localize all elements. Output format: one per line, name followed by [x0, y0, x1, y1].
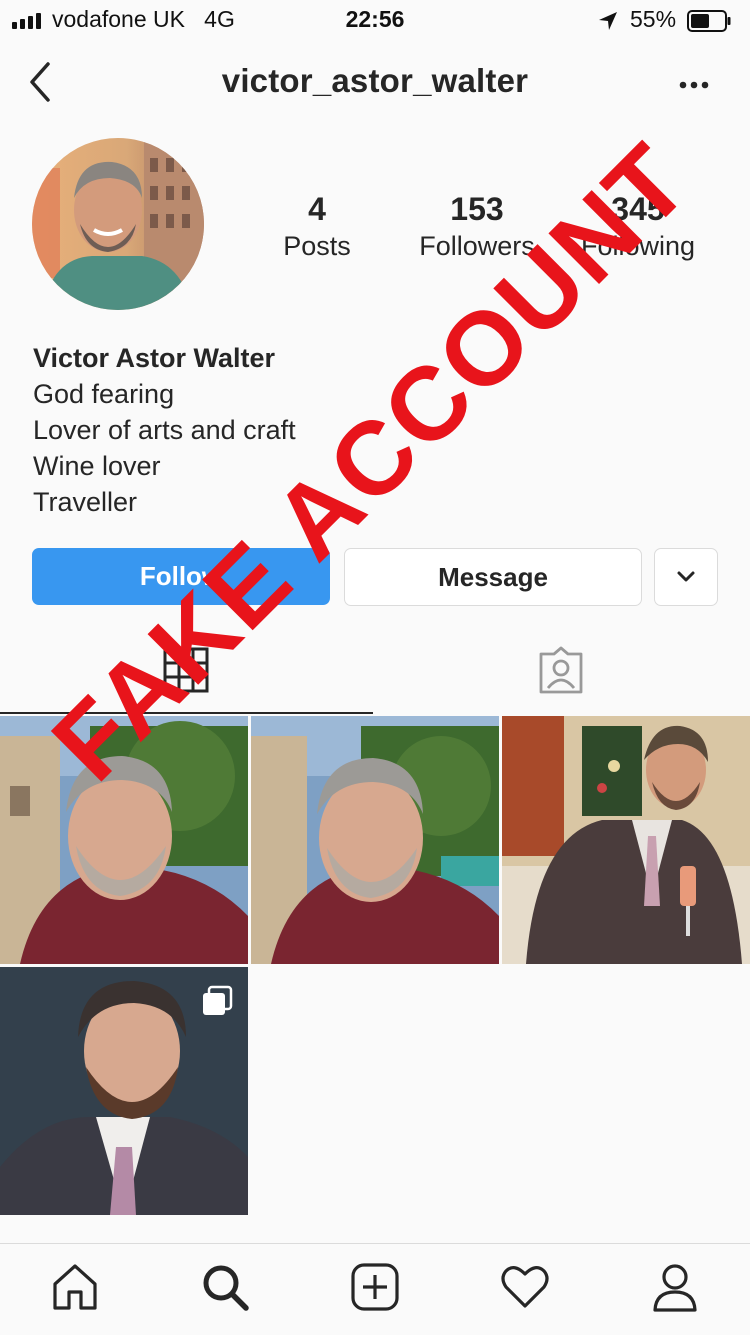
multiple-photos-icon — [203, 985, 233, 1015]
posts-count-label: Posts — [283, 231, 351, 261]
tab-tagged[interactable] — [377, 630, 750, 714]
location-arrow-icon — [599, 12, 617, 30]
status-bar: vodafone UK 4G 22:56 55% — [0, 0, 750, 42]
activity-heart-icon[interactable] — [500, 1262, 550, 1312]
bio-line: Wine lover — [33, 451, 161, 481]
avatar[interactable] — [32, 138, 204, 310]
post-thumbnail[interactable] — [251, 716, 499, 964]
profile-icon[interactable] — [650, 1262, 700, 1312]
message-button[interactable]: Message — [344, 548, 642, 606]
ellipsis-icon[interactable] — [674, 70, 714, 100]
profile-username: victor_astor_walter — [221, 62, 529, 99]
bio-line: Lover of arts and craft — [33, 415, 296, 445]
posts-count[interactable]: 4 Posts — [237, 190, 397, 264]
tagged-photos-icon — [539, 646, 583, 694]
bio-line: God fearing — [33, 379, 175, 409]
search-icon[interactable] — [200, 1262, 250, 1312]
suggested-accounts-button[interactable] — [654, 548, 718, 606]
home-icon[interactable] — [50, 1262, 100, 1312]
posts-count-value: 4 — [308, 191, 326, 227]
post-thumbnail[interactable] — [502, 716, 750, 964]
profile-display-name: Victor Astor Walter — [33, 343, 276, 373]
battery-percentage: 55% — [630, 6, 677, 32]
battery-icon — [687, 10, 731, 32]
chevron-down-icon — [677, 571, 695, 582]
new-post-icon[interactable] — [350, 1262, 400, 1312]
